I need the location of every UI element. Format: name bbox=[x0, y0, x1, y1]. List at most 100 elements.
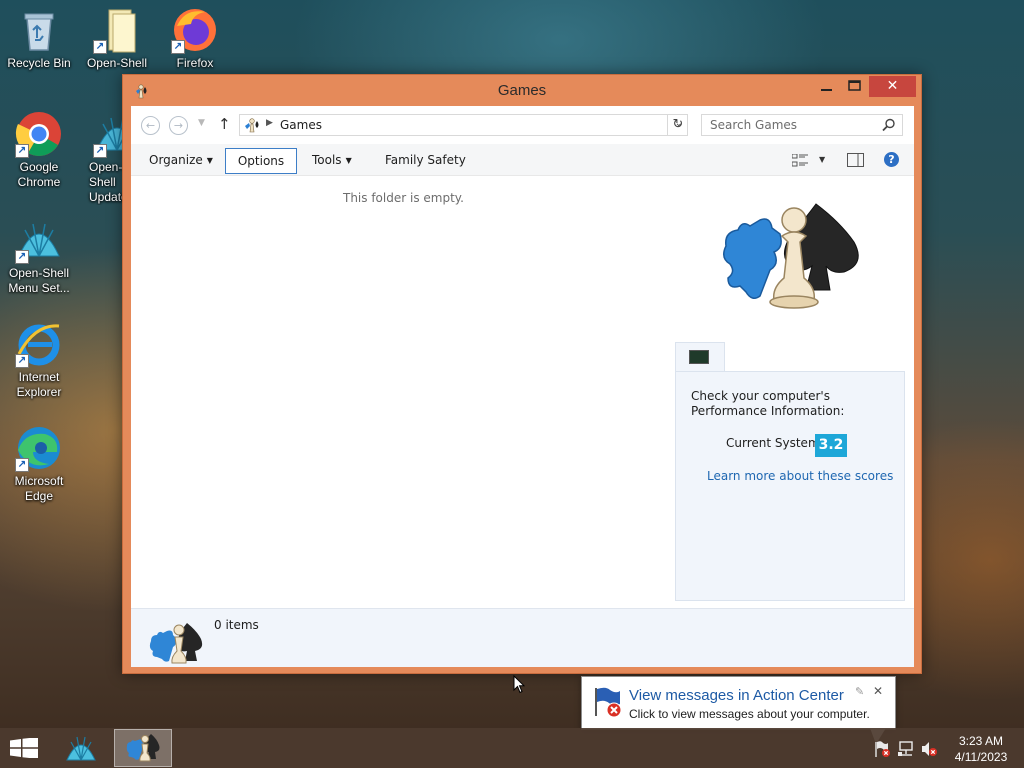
arrow-up-icon: ↑ bbox=[218, 115, 231, 133]
open-shell-icon: ↗ bbox=[93, 110, 125, 158]
start-button[interactable] bbox=[10, 737, 38, 761]
desktop-icon-microsoft-edge[interactable]: ↗ Microsoft Edge bbox=[1, 424, 77, 504]
desktop-icon-label: Microsoft Edge bbox=[14, 474, 64, 503]
refresh-icon: ↻ bbox=[672, 117, 684, 132]
desktop-icon-open-shell-update[interactable]: ↗ Open-Shell Update bbox=[79, 110, 125, 205]
desktop-icon-label: Open-Shell bbox=[86, 56, 148, 70]
desktop-icon-open-shell[interactable]: ↗ Open-Shell bbox=[79, 6, 155, 71]
clock-time: 3:23 AM bbox=[958, 734, 1004, 748]
empty-folder-message: This folder is empty. bbox=[343, 191, 464, 205]
close-icon: ✕ bbox=[886, 78, 899, 94]
games-status-icon bbox=[149, 621, 203, 668]
games-explorer-icon bbox=[720, 198, 862, 319]
arrow-right-icon: → bbox=[173, 119, 184, 132]
desktop-icon-label: Open-Shell Update bbox=[89, 160, 125, 204]
performance-panel: Check your computer's Performance Inform… bbox=[675, 371, 905, 601]
details-bar: 0 items bbox=[131, 608, 914, 667]
performance-info-text: Check your computer's Performance Inform… bbox=[691, 389, 845, 418]
open-shell-icon bbox=[65, 734, 97, 765]
refresh-button[interactable]: ↻ bbox=[667, 114, 688, 136]
tools-button[interactable]: Tools ▼ bbox=[304, 148, 360, 174]
shortcut-arrow-icon: ↗ bbox=[171, 40, 185, 54]
current-system-label: Current System bbox=[726, 436, 820, 450]
title-bar[interactable]: Games ✕ bbox=[123, 75, 921, 107]
desktop-icon-label: Internet Explorer bbox=[16, 370, 62, 399]
shortcut-arrow-icon: ↗ bbox=[93, 144, 107, 158]
performance-score-badge: 3.2 bbox=[815, 434, 847, 457]
organize-button[interactable]: Organize ▼ bbox=[141, 148, 221, 174]
learn-more-link[interactable]: Learn more about these scores bbox=[707, 469, 893, 483]
organize-label: Organize bbox=[149, 153, 203, 167]
options-label: Options bbox=[237, 154, 285, 168]
recent-locations-button[interactable]: ▼ bbox=[198, 118, 205, 128]
caret-down-icon: ▼ bbox=[206, 156, 213, 165]
search-box[interactable]: Search Games bbox=[701, 114, 903, 136]
desktop-icon-recycle-bin[interactable]: Recycle Bin bbox=[1, 6, 77, 71]
desktop-icon-label: Recycle Bin bbox=[7, 56, 71, 70]
desktop-icon-label: Open-Shell Menu Set... bbox=[8, 266, 70, 295]
clock-date: 4/11/2023 bbox=[954, 750, 1008, 764]
desktop-icon-internet-explorer[interactable]: ↗ Internet Explorer bbox=[1, 320, 77, 400]
item-count: 0 items bbox=[214, 618, 259, 632]
balloon-close-icon[interactable]: ✕ bbox=[873, 684, 883, 698]
balloon-title[interactable]: View messages in Action Center bbox=[629, 687, 844, 704]
desktop-icon-label: Firefox bbox=[176, 56, 214, 70]
mouse-cursor-icon bbox=[513, 674, 526, 697]
forward-button[interactable]: → bbox=[169, 116, 188, 135]
action-center-balloon[interactable]: View messages in Action Center Click to … bbox=[581, 676, 896, 730]
games-window: Games ✕ ← → ▼ ↑ ▶ Games ⌄ ↻ Search Games… bbox=[122, 74, 922, 674]
pin-icon[interactable]: ✎ bbox=[855, 685, 864, 698]
preview-pane-icon[interactable] bbox=[847, 153, 864, 170]
breadcrumb-chevron-icon[interactable]: ▶ bbox=[266, 118, 273, 128]
performance-tab[interactable] bbox=[675, 342, 725, 372]
action-center-flag-icon bbox=[592, 686, 624, 721]
shortcut-arrow-icon: ↗ bbox=[15, 250, 29, 264]
desktop-icon-google-chrome[interactable]: ↗ Google Chrome bbox=[1, 110, 77, 190]
command-bar: Organize ▼ Options Tools ▼ Family Safety ▼ bbox=[131, 144, 914, 176]
chevron-down-icon: ▼ bbox=[198, 118, 205, 128]
search-icon bbox=[882, 118, 896, 135]
tools-label: Tools bbox=[312, 153, 342, 167]
view-options-dropdown-icon[interactable]: ▼ bbox=[819, 155, 825, 164]
search-placeholder: Search Games bbox=[710, 118, 798, 132]
minimize-button[interactable] bbox=[813, 76, 840, 97]
help-icon[interactable]: ? bbox=[884, 152, 899, 167]
taskbar-games-button[interactable] bbox=[114, 729, 172, 767]
volume-muted-tray-icon[interactable] bbox=[920, 740, 938, 761]
shortcut-arrow-icon: ↗ bbox=[15, 458, 29, 472]
arrow-left-icon: ← bbox=[145, 119, 156, 132]
address-bar[interactable]: ▶ Games ⌄ bbox=[239, 114, 688, 136]
shortcut-arrow-icon: ↗ bbox=[15, 354, 29, 368]
games-taskbar-icon bbox=[126, 733, 160, 766]
maximize-button[interactable] bbox=[841, 76, 868, 97]
window-title: Games bbox=[497, 82, 547, 99]
change-view-icon[interactable] bbox=[791, 153, 808, 170]
breadcrumb-games[interactable]: Games bbox=[280, 118, 322, 132]
monitor-icon bbox=[689, 350, 709, 364]
games-details-pane: Check your computer's Performance Inform… bbox=[667, 176, 914, 608]
back-button[interactable]: ← bbox=[141, 116, 160, 135]
taskbar: 3:23 AM 4/11/2023 bbox=[0, 728, 1024, 768]
desktop-icon-open-shell-menu-settings[interactable]: ↗ Open-Shell Menu Set... bbox=[1, 216, 77, 296]
chrome-icon: ↗ bbox=[15, 110, 63, 158]
up-button[interactable]: ↑ bbox=[218, 115, 231, 133]
desktop-icon-firefox[interactable]: ↗ Firefox bbox=[157, 6, 233, 71]
shortcut-arrow-icon: ↗ bbox=[93, 40, 107, 54]
family-safety-button[interactable]: Family Safety bbox=[377, 148, 474, 174]
network-tray-icon[interactable] bbox=[897, 740, 915, 761]
edge-icon: ↗ bbox=[15, 424, 63, 472]
internet-explorer-icon: ↗ bbox=[15, 320, 63, 368]
action-center-tray-icon[interactable] bbox=[873, 740, 891, 761]
navigation-bar: ← → ▼ ↑ ▶ Games ⌄ ↻ Search Games bbox=[131, 106, 914, 144]
taskbar-clock[interactable]: 3:23 AM 4/11/2023 bbox=[946, 733, 1016, 765]
shortcut-arrow-icon: ↗ bbox=[15, 144, 29, 158]
open-shell-icon: ↗ bbox=[15, 216, 63, 264]
recycle-bin-icon bbox=[15, 6, 63, 54]
explorer-client-area: ← → ▼ ↑ ▶ Games ⌄ ↻ Search Games Organiz… bbox=[131, 106, 914, 667]
taskbar-open-shell-button[interactable] bbox=[52, 729, 110, 767]
close-button[interactable]: ✕ bbox=[869, 76, 916, 97]
games-folder-icon bbox=[243, 117, 261, 136]
desktop-icon-label: Google Chrome bbox=[17, 160, 61, 189]
balloon-message: Click to view messages about your comput… bbox=[629, 707, 870, 721]
options-button[interactable]: Options bbox=[225, 148, 297, 174]
